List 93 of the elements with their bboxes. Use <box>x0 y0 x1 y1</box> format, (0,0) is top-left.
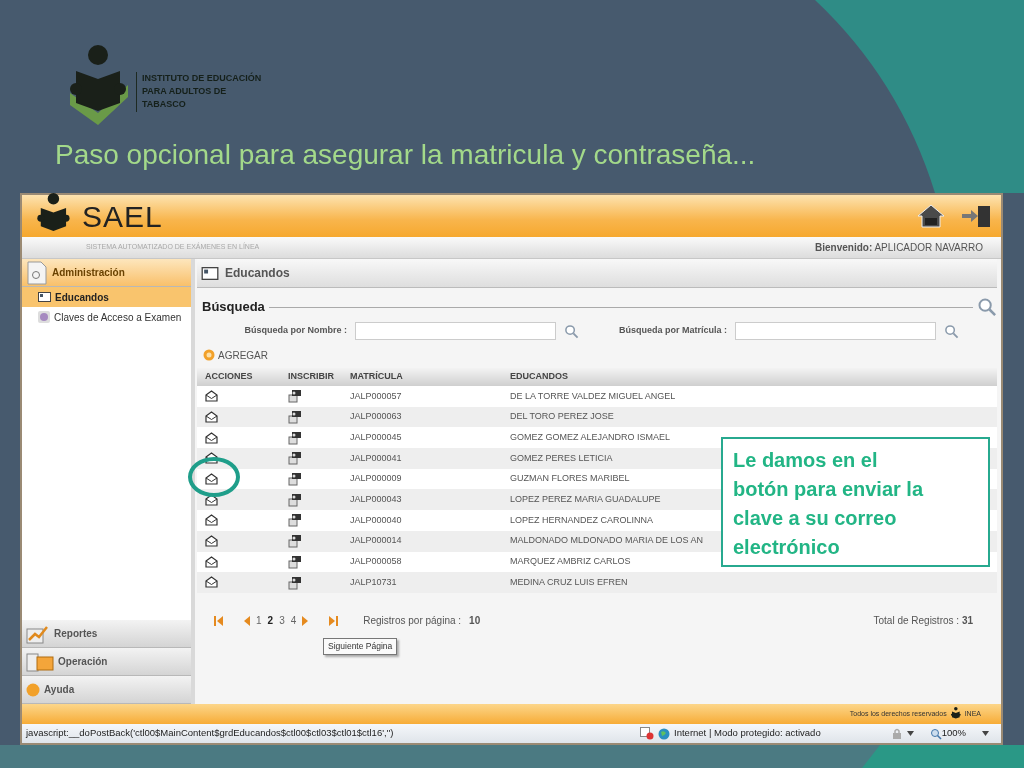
enroll-icon[interactable] <box>288 492 302 507</box>
zoom-icon[interactable] <box>929 727 942 740</box>
table-cell: JALP000057 <box>350 390 402 401</box>
table-cell: LOPEZ PEREZ MARIA GUADALUPE <box>510 494 661 505</box>
blocked-icon <box>640 727 655 740</box>
enroll-icon[interactable] <box>288 472 302 487</box>
org-name-line: INSTITUTO DE EDUCACIÓN <box>142 72 262 85</box>
slide-title: Paso opcional para asegurar la matricula y contraseña... <box>55 139 756 170</box>
table-cell: JALP000045 <box>350 431 402 442</box>
table-cell: JALP10731 <box>350 576 397 587</box>
search-icon[interactable] <box>944 323 959 339</box>
field-label: Búsqueda por Matrícula : <box>618 324 727 338</box>
per-page-value: 10 <box>469 614 481 629</box>
page-link[interactable]: 3 <box>279 613 285 629</box>
mail-icon[interactable] <box>205 410 218 423</box>
sidebar-item[interactable]: Claves de Acceso a Examen <box>22 307 191 327</box>
table-cell: JALP000063 <box>350 411 402 422</box>
panel-icon <box>201 266 219 280</box>
table-cell: GOMEZ PERES LETICIA <box>510 452 613 463</box>
org-name-line: TABASCO <box>142 98 187 111</box>
security-zone: Internet | Modo protegido: activado <box>674 726 821 741</box>
help-icon <box>26 682 40 697</box>
enroll-icon[interactable] <box>288 575 302 590</box>
mail-icon[interactable] <box>205 431 218 444</box>
column-header: INSCRIBIR <box>288 371 334 382</box>
disc-icon <box>38 311 50 323</box>
status-url: javascript:__doPostBack('ctl00$MainContent$grdEducandos$ctl00$ctl03$ctl01$ctl16','') <box>26 726 394 741</box>
table-cell: DE LA TORRE VALDEZ MIGUEL ANGEL <box>510 390 676 401</box>
table-cell: JALP000041 <box>350 452 402 463</box>
table-cell: MARQUEZ AMBRIZ CARLOS <box>510 556 631 567</box>
brand-icon <box>948 707 963 721</box>
input-field[interactable] <box>735 322 936 340</box>
mail-icon[interactable] <box>205 472 218 485</box>
enroll-icon[interactable] <box>288 410 302 425</box>
table-cell: JALP000009 <box>350 473 402 484</box>
enroll-icon[interactable] <box>288 389 302 404</box>
zoom-level[interactable]: 100% <box>941 726 966 741</box>
org-name-line: PARA ADULTOS DE <box>142 85 228 98</box>
page-link[interactable]: 2 <box>267 613 274 629</box>
mail-icon[interactable] <box>205 535 218 548</box>
search-icon[interactable] <box>977 297 997 317</box>
enroll-icon[interactable] <box>288 513 302 528</box>
table-cell: JALP000058 <box>350 556 402 567</box>
folder-icon <box>26 651 54 672</box>
exit-button[interactable] <box>961 204 991 228</box>
enroll-icon[interactable] <box>288 534 302 549</box>
mail-icon[interactable] <box>205 514 218 527</box>
table-cell: JALP000014 <box>350 535 402 546</box>
search-icon[interactable] <box>564 323 579 339</box>
table-cell: JALP000043 <box>350 494 402 505</box>
sidebar-item[interactable]: Educandos <box>22 287 191 307</box>
enroll-icon[interactable] <box>288 554 302 569</box>
caret-icon[interactable] <box>982 731 989 736</box>
table-cell: GUZMAN FLORES MARIBEL <box>510 473 630 484</box>
highlight-circle <box>188 457 240 497</box>
per-page-label: Registros por página : <box>363 614 462 629</box>
field-label: Búsqueda por Nombre : <box>243 324 347 338</box>
mail-icon[interactable] <box>205 576 218 589</box>
column-header: EDUCANDOS <box>510 371 568 382</box>
column-header: MATRÍCULA <box>350 371 403 382</box>
globe-icon <box>658 727 671 740</box>
tooltip: Siguiente Página <box>323 638 398 655</box>
card-icon <box>38 292 51 302</box>
callout-text: Le damos en el botón para enviar la clave a su correo electrónico <box>721 437 990 567</box>
input-field[interactable] <box>355 322 556 340</box>
enroll-icon[interactable] <box>288 451 302 466</box>
page-link[interactable]: 1 <box>256 613 262 629</box>
section-legend: Búsqueda <box>202 297 265 317</box>
table-cell: MALDONADO MLDONADO MARIA DE LOS AN <box>510 535 704 546</box>
home-button[interactable] <box>917 204 945 228</box>
mail-icon[interactable] <box>205 555 218 568</box>
page-link[interactable]: 4 <box>290 613 297 629</box>
table-cell: JALP000040 <box>350 514 402 525</box>
table-cell: GOMEZ GOMEZ ALEJANDRO ISMAEL <box>510 431 671 442</box>
enroll-icon[interactable] <box>288 430 302 445</box>
panel-title: Educandos <box>225 265 290 282</box>
app-logo: SAEL <box>82 198 163 235</box>
table-cell: DEL TORO PEREZ JOSE <box>510 411 614 422</box>
table-cell: MEDINA CRUZ LUIS EFREN <box>510 576 628 587</box>
add-button[interactable]: AGREGAR <box>218 347 268 363</box>
mail-icon[interactable] <box>205 452 218 465</box>
document-icon <box>26 260 48 285</box>
caret-icon[interactable] <box>906 731 914 736</box>
welcome-text: Bienvenido: APLICADOR NAVARRO <box>815 241 983 255</box>
sidebar-section[interactable]: Operación <box>22 648 191 676</box>
logo-icon <box>68 45 130 125</box>
table-cell: LOPEZ HERNANDEZ CAROLINNA <box>510 514 654 525</box>
column-header: ACCIONES <box>205 371 253 382</box>
sidebar-section[interactable]: Administración <box>22 259 191 287</box>
sidebar-section[interactable]: Reportes <box>22 620 191 648</box>
sidebar-section[interactable]: Ayuda <box>22 676 191 704</box>
total-records: Total de Registros : 31 <box>873 614 973 629</box>
mail-icon[interactable] <box>205 390 218 403</box>
